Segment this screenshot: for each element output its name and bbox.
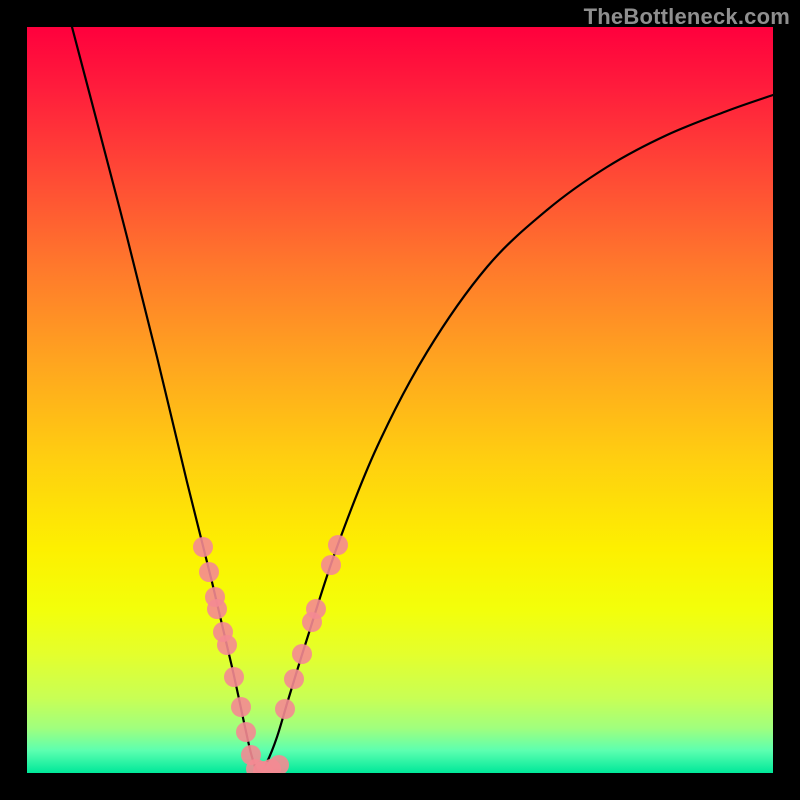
data-dot	[207, 599, 227, 619]
curve-layer	[27, 27, 773, 773]
data-dot	[306, 599, 326, 619]
data-dot	[275, 699, 295, 719]
watermark-text: TheBottleneck.com	[584, 4, 790, 30]
data-dot	[199, 562, 219, 582]
chart-frame: TheBottleneck.com	[0, 0, 800, 800]
data-dots	[193, 535, 348, 773]
data-dot	[236, 722, 256, 742]
data-dot	[224, 667, 244, 687]
data-dot	[193, 537, 213, 557]
data-dot	[328, 535, 348, 555]
data-dot	[292, 644, 312, 664]
data-dot	[269, 755, 289, 773]
data-dot	[217, 635, 237, 655]
data-dot	[321, 555, 341, 575]
data-dot	[284, 669, 304, 689]
plot-area	[27, 27, 773, 773]
data-dot	[231, 697, 251, 717]
bottleneck-curve	[72, 27, 773, 773]
